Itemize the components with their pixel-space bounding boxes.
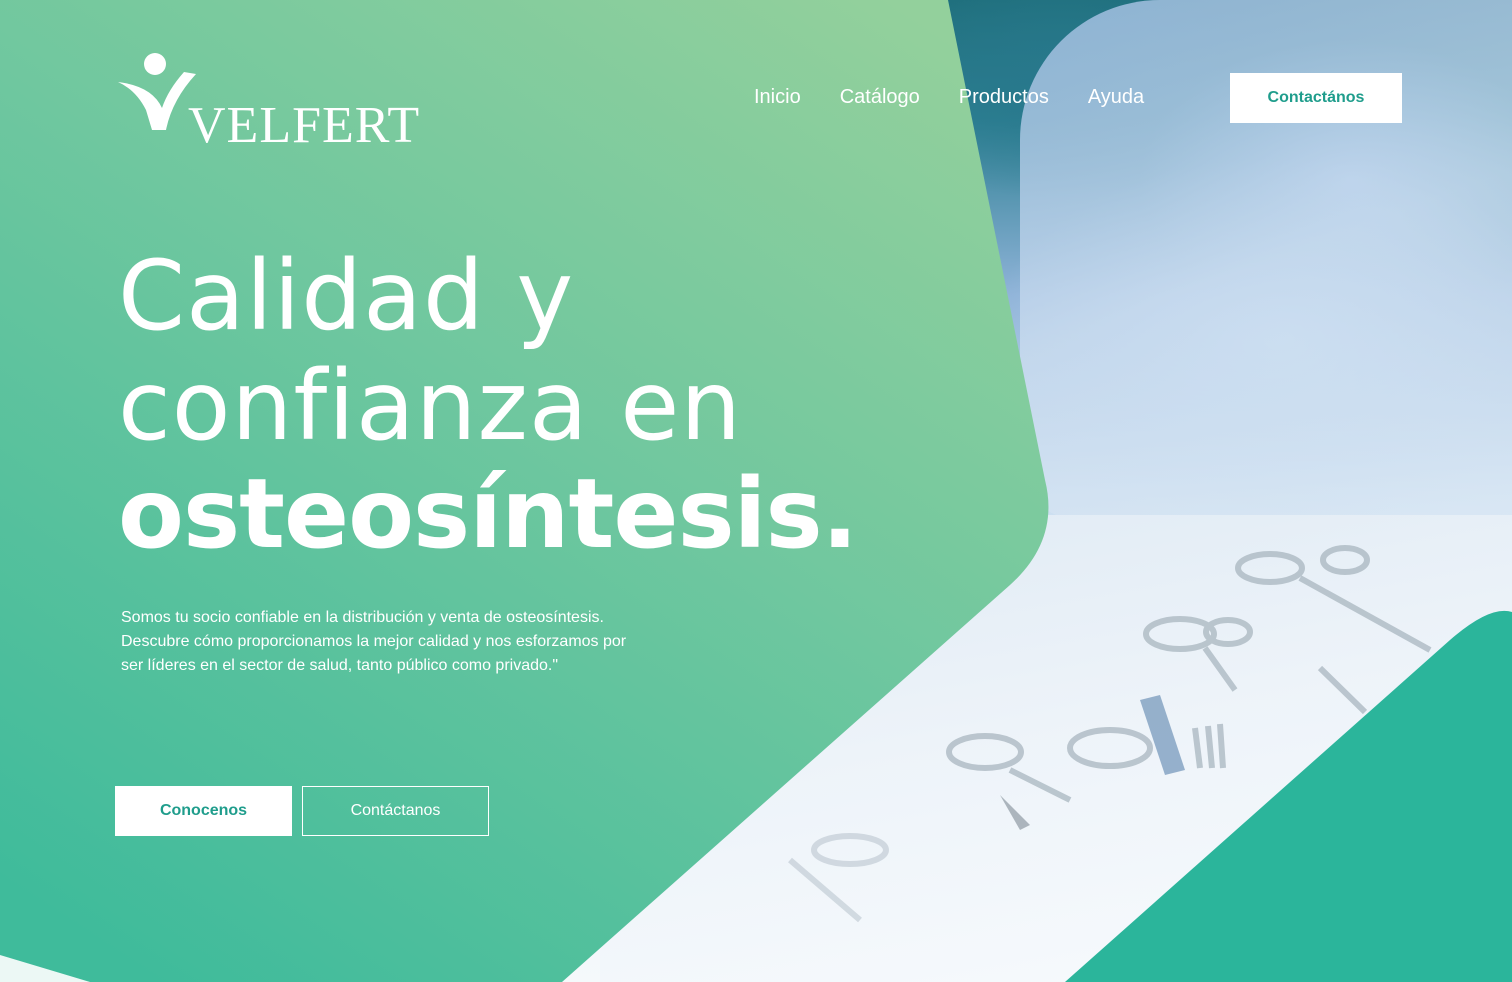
nav-item-catalogo[interactable]: Catálogo xyxy=(840,84,920,110)
main-nav: Inicio Catálogo Productos Ayuda xyxy=(754,84,1183,110)
hero-description-line: Somos tu socio confiable en la distribuc… xyxy=(121,609,604,626)
hero-description: Somos tu socio confiable en la distribuc… xyxy=(121,606,711,678)
hero-title-line-2: confianza en xyxy=(118,350,743,462)
hero-description-line: ser líderes en el sector de salud, tanto… xyxy=(121,657,559,674)
header-contact-button[interactable]: Contactános xyxy=(1230,73,1402,123)
contactanos-button[interactable]: Contáctanos xyxy=(302,786,489,836)
nav-item-productos[interactable]: Productos xyxy=(959,84,1049,110)
landing-page: VELFERT Inicio Catálogo Productos Ayuda … xyxy=(0,0,1512,982)
nav-item-ayuda[interactable]: Ayuda xyxy=(1088,84,1144,110)
hero-title-line-1: Calidad y xyxy=(118,240,575,352)
logo-wordmark: VELFERT xyxy=(188,97,421,154)
velfert-logo[interactable]: VELFERT xyxy=(116,50,426,160)
hero-description-line: Descubre cómo proporcionamos la mejor ca… xyxy=(121,633,627,650)
nav-item-inicio[interactable]: Inicio xyxy=(754,84,801,110)
hero-title-line-3: osteosíntesis. xyxy=(118,458,858,570)
conocenos-button[interactable]: Conocenos xyxy=(115,786,292,836)
